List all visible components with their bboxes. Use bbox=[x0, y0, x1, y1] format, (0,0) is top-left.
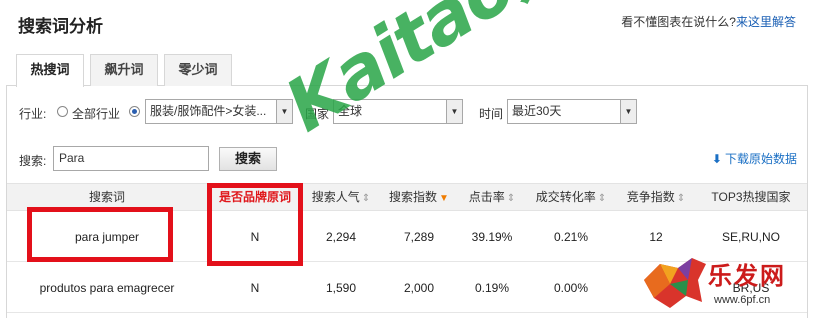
filter-row: 行业: 全部行业 服装/服饰配件>女装... ▼ 国家 全球 ▼ 时间 最近30… bbox=[19, 98, 799, 126]
cell-popularity: 1,590 bbox=[325, 281, 357, 295]
cell-keyword: produtos para emagrecer bbox=[39, 281, 175, 295]
search-button[interactable]: 搜索 bbox=[219, 147, 277, 171]
cell-search-index: 7,289 bbox=[403, 230, 435, 244]
corner-site-url: www.6pf.cn bbox=[714, 294, 771, 306]
chevron-down-icon: ▼ bbox=[446, 100, 462, 123]
corner-brand-name: 乐发网 bbox=[708, 263, 786, 290]
tab-rising-words[interactable]: 飙升词 bbox=[90, 54, 158, 86]
chevron-down-icon: ▼ bbox=[620, 100, 636, 123]
highlight-box-keyword bbox=[27, 207, 173, 262]
corner-logo: 乐发网 www.6pf.cn bbox=[640, 250, 812, 316]
column-header-sortable[interactable]: 点击率 ⇕ bbox=[459, 184, 525, 212]
help-text: 看不懂图表在说什么?来这里解答 bbox=[621, 13, 796, 30]
help-question: 看不懂图表在说什么? bbox=[621, 15, 736, 29]
column-label: 搜索指数 bbox=[389, 190, 438, 204]
cell-ctr: 0.19% bbox=[474, 281, 510, 295]
cell-conversion: 0.00% bbox=[553, 281, 589, 295]
all-industry-label: 全部行业 bbox=[72, 107, 121, 121]
column-header-sortable[interactable]: 竞争指数 ⇕ bbox=[617, 184, 695, 212]
cell-conversion: 0.21% bbox=[553, 230, 589, 244]
bull-logo-icon bbox=[644, 258, 706, 308]
industry-select-value: 服装/服饰配件>女装... bbox=[150, 104, 267, 118]
column-label: 成交转化率 bbox=[535, 190, 596, 204]
specific-industry-radio[interactable] bbox=[129, 106, 140, 117]
search-label: 搜索: bbox=[19, 154, 47, 168]
search-row: 搜索: Para 搜索 ⬇ 下载原始数据 bbox=[19, 146, 799, 174]
column-header: TOP3热搜国家 bbox=[711, 190, 791, 204]
download-icon: ⬇ bbox=[711, 152, 722, 166]
time-select[interactable]: 最近30天 ▼ bbox=[507, 99, 637, 124]
sort-icon: ⇕ bbox=[676, 193, 686, 204]
download-label: 下载原始数据 bbox=[724, 152, 797, 166]
country-select[interactable]: 全球 ▼ bbox=[333, 99, 463, 124]
time-select-value: 最近30天 bbox=[512, 104, 562, 118]
column-header-sortable[interactable]: 搜索指数 ▼ bbox=[379, 184, 459, 212]
sort-icon: ⇕ bbox=[361, 193, 371, 204]
industry-select[interactable]: 服装/服饰配件>女装... ▼ bbox=[145, 99, 293, 124]
column-label: 点击率 bbox=[468, 190, 505, 204]
industry-label: 行业: bbox=[19, 107, 47, 121]
search-input[interactable]: Para bbox=[53, 146, 209, 171]
sort-desc-icon: ▼ bbox=[439, 193, 449, 204]
sort-icon: ⇕ bbox=[506, 193, 516, 204]
tab-bar: 热搜词 飙升词 零少词 bbox=[6, 54, 808, 87]
column-label: 搜索人气 bbox=[311, 190, 360, 204]
chevron-down-icon: ▼ bbox=[276, 100, 292, 123]
column-label: 竞争指数 bbox=[626, 190, 675, 204]
tab-rare-words[interactable]: 零少词 bbox=[164, 54, 232, 86]
tab-hot-words[interactable]: 热搜词 bbox=[16, 54, 84, 87]
cell-popularity: 2,294 bbox=[325, 230, 357, 244]
cell-ctr: 39.19% bbox=[471, 230, 513, 244]
sort-icon: ⇕ bbox=[597, 193, 607, 204]
help-link[interactable]: 来这里解答 bbox=[736, 15, 796, 29]
column-header-sortable[interactable]: 搜索人气 ⇕ bbox=[303, 184, 379, 212]
page-title: 搜索词分析 bbox=[18, 17, 103, 36]
highlight-box-brand bbox=[207, 183, 303, 266]
time-label: 时间 bbox=[479, 107, 504, 121]
download-raw-data-link[interactable]: ⬇ 下载原始数据 bbox=[712, 150, 797, 167]
cell-search-index: 2,000 bbox=[403, 281, 435, 295]
country-select-value: 全球 bbox=[338, 104, 363, 118]
column-header-sortable[interactable]: 成交转化率 ⇕ bbox=[525, 184, 617, 212]
country-label: 国家 bbox=[305, 107, 330, 121]
cell-brand: N bbox=[250, 281, 260, 295]
all-industry-radio[interactable] bbox=[57, 106, 68, 117]
